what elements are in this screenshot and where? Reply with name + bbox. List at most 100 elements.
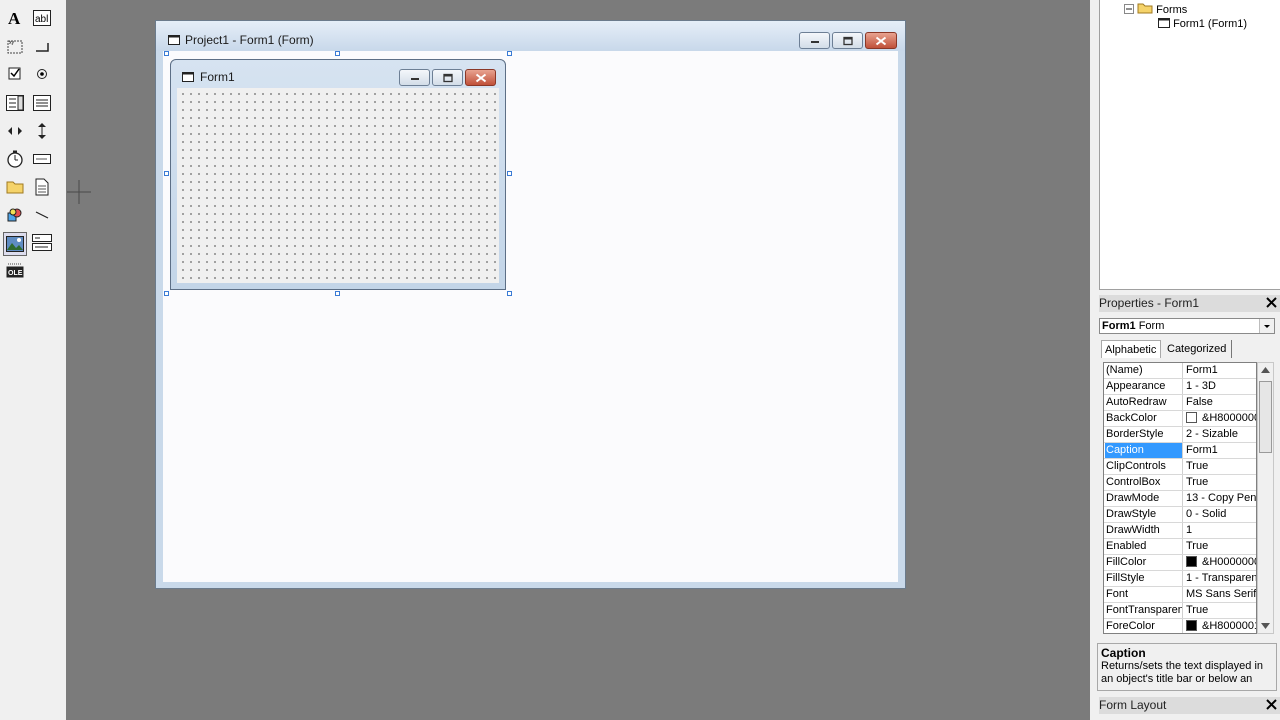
property-value[interactable]: 2 - Sizable	[1184, 427, 1256, 442]
scroll-down-icon[interactable]	[1261, 623, 1270, 629]
listbox-icon[interactable]	[31, 92, 53, 114]
form1-design-grid[interactable]	[177, 88, 499, 283]
properties-titlebar: Properties - Form1	[1099, 295, 1280, 312]
property-row[interactable]: DrawStyle 0 - Solid	[1104, 507, 1256, 523]
resize-handle-top-right[interactable]	[507, 51, 512, 56]
property-value-text: 2 - Sizable	[1186, 428, 1238, 440]
frame-icon[interactable]: xy	[4, 35, 26, 57]
tab-categorized[interactable]: Categorized	[1164, 340, 1232, 358]
property-row[interactable]: DrawWidth 1	[1104, 523, 1256, 539]
designer-restore-button[interactable]	[832, 32, 863, 49]
shape-icon[interactable]	[4, 204, 26, 226]
combobox-icon[interactable]	[4, 92, 26, 114]
collapse-icon[interactable]	[1124, 4, 1134, 14]
ole-icon[interactable]: OLE	[4, 260, 26, 282]
project-explorer-tree[interactable]: Forms Form1 (Form1)	[1099, 0, 1280, 290]
chevron-down-icon[interactable]	[1259, 319, 1274, 333]
close-icon[interactable]	[1266, 699, 1277, 710]
form1-window[interactable]: Form1	[170, 59, 506, 290]
optionbutton-icon[interactable]	[31, 63, 53, 85]
property-row[interactable]: (Name) Form1	[1104, 363, 1256, 379]
resize-handle-right[interactable]	[507, 171, 512, 176]
image-icon[interactable]	[3, 232, 27, 256]
resize-handle-bottom[interactable]	[335, 291, 340, 296]
property-value[interactable]: 1 - 3D	[1184, 379, 1256, 394]
designer-close-button[interactable]	[865, 32, 897, 49]
property-row[interactable]: Appearance 1 - 3D	[1104, 379, 1256, 395]
svg-text:A: A	[8, 9, 21, 27]
property-row[interactable]: Caption Form1	[1104, 443, 1256, 459]
object-selector-combo[interactable]: Form1 Form	[1099, 318, 1275, 334]
property-name: ClipControls	[1105, 459, 1183, 474]
property-row[interactable]: FillStyle 1 - Transparen	[1104, 571, 1256, 587]
property-row[interactable]: AutoRedraw False	[1104, 395, 1256, 411]
properties-grid[interactable]: (Name) Form1 Appearance 1 - 3D AutoRedraw Fal…	[1103, 362, 1257, 634]
property-row[interactable]: DrawMode 13 - Copy Pen	[1104, 491, 1256, 507]
form1-close-button[interactable]	[465, 69, 496, 86]
designer-titlebar[interactable]: Project1 - Form1 (Form)	[156, 21, 905, 51]
close-icon[interactable]	[1266, 297, 1277, 308]
restore-icon	[442, 73, 453, 82]
textbox-icon[interactable]: abl	[31, 7, 53, 29]
property-description: Caption Returns/sets the text displayed …	[1097, 643, 1277, 691]
property-row[interactable]: ForeColor &H8000001	[1104, 619, 1256, 633]
property-value-text: 1 - 3D	[1186, 380, 1216, 392]
line-icon[interactable]	[31, 204, 53, 226]
property-value[interactable]: True	[1184, 459, 1256, 474]
tab-alphabetic[interactable]: Alphabetic	[1101, 340, 1161, 358]
property-value[interactable]: 13 - Copy Pen	[1184, 491, 1256, 506]
property-value[interactable]: False	[1184, 395, 1256, 410]
vscrollbar-icon[interactable]	[31, 120, 53, 142]
property-value[interactable]: Form1	[1184, 363, 1256, 378]
scroll-up-icon[interactable]	[1261, 367, 1270, 373]
property-row[interactable]: Font MS Sans Serif	[1104, 587, 1256, 603]
scrollbar-thumb[interactable]	[1259, 381, 1272, 453]
property-value[interactable]: &H8000001	[1184, 619, 1256, 633]
property-value-text: &H8000001	[1202, 620, 1256, 632]
property-row[interactable]: ControlBox True	[1104, 475, 1256, 491]
form1-restore-button[interactable]	[432, 69, 463, 86]
tree-item-form1[interactable]: Form1 (Form1)	[1158, 18, 1247, 30]
toolbox: A abl xy OLE	[0, 0, 67, 720]
timer-icon[interactable]	[4, 148, 26, 170]
drivelistbox-icon[interactable]	[31, 148, 53, 170]
property-value[interactable]: Form1	[1184, 443, 1256, 458]
filelistbox-icon[interactable]	[31, 176, 53, 198]
commandbutton-icon[interactable]	[31, 35, 53, 57]
designer-minimize-button[interactable]	[799, 32, 830, 49]
property-value-text: 13 - Copy Pen	[1186, 492, 1256, 504]
property-value[interactable]: True	[1184, 475, 1256, 490]
property-value-text: MS Sans Serif	[1186, 588, 1256, 600]
resize-handle-top-left[interactable]	[164, 51, 169, 56]
hscrollbar-icon[interactable]	[4, 120, 26, 142]
dirlistbox-icon[interactable]	[4, 176, 26, 198]
properties-scrollbar[interactable]	[1257, 362, 1274, 634]
minimize-icon	[410, 77, 419, 80]
property-value[interactable]: 1 - Transparen	[1184, 571, 1256, 586]
form-layout-title: Form Layout	[1099, 698, 1167, 712]
property-value[interactable]: &H0000000	[1184, 555, 1256, 570]
resize-handle-bottom-left[interactable]	[164, 291, 169, 296]
tree-item-forms[interactable]: Forms	[1124, 2, 1187, 16]
pointer-icon[interactable]: A	[4, 7, 26, 29]
property-row[interactable]: Enabled True	[1104, 539, 1256, 555]
resize-handle-left[interactable]	[164, 171, 169, 176]
property-row[interactable]: BackColor &H8000000	[1104, 411, 1256, 427]
property-value[interactable]: &H8000000	[1184, 411, 1256, 426]
property-value[interactable]: 0 - Solid	[1184, 507, 1256, 522]
property-value[interactable]: True	[1184, 603, 1256, 618]
resize-handle-bottom-right[interactable]	[507, 291, 512, 296]
property-row[interactable]: ClipControls True	[1104, 459, 1256, 475]
property-row[interactable]: FillColor &H0000000	[1104, 555, 1256, 571]
checkbox-icon[interactable]	[4, 63, 26, 85]
property-row[interactable]: FontTransparen True	[1104, 603, 1256, 619]
form1-minimize-button[interactable]	[399, 69, 430, 86]
property-row[interactable]: BorderStyle 2 - Sizable	[1104, 427, 1256, 443]
property-value[interactable]: MS Sans Serif	[1184, 587, 1256, 602]
property-value[interactable]: 1	[1184, 523, 1256, 538]
property-name: DrawStyle	[1105, 507, 1183, 522]
data-icon[interactable]	[31, 232, 53, 254]
property-value[interactable]: True	[1184, 539, 1256, 554]
resize-handle-top[interactable]	[335, 51, 340, 56]
property-name: DrawMode	[1105, 491, 1183, 506]
